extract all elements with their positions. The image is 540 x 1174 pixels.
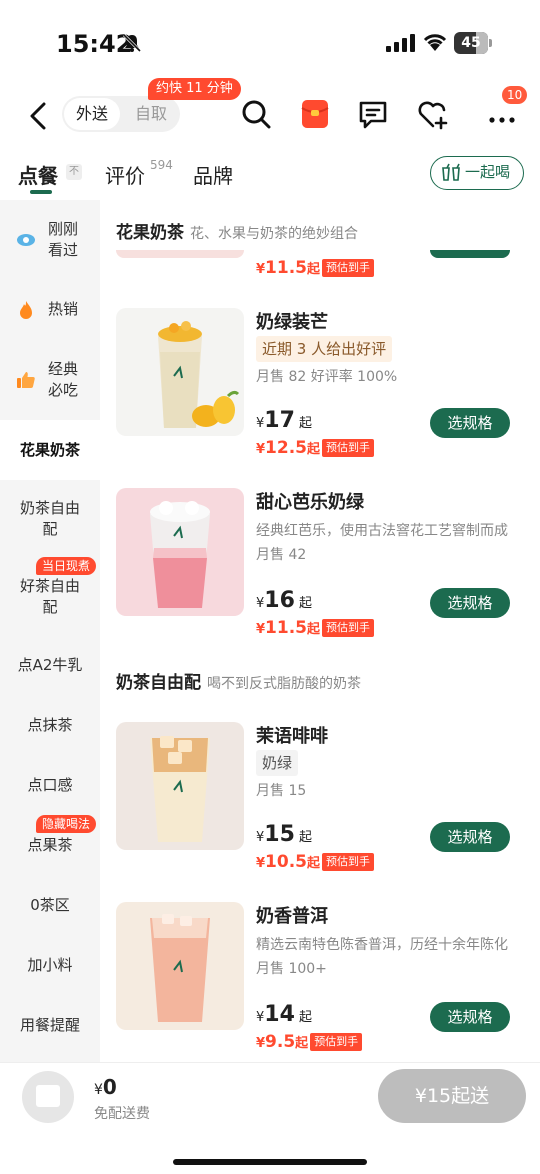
sidebar-item-label: 看过 xyxy=(48,241,79,259)
product-list: 花果奶茶 花、水果与奶茶的绝妙组合 ¥11.5起 预估到手 奶绿装芒 近期 3 人给… xyxy=(100,200,540,1062)
product-price: ¥15 起 xyxy=(256,822,313,847)
sidebar-item-hot[interactable]: 热销 xyxy=(0,280,100,340)
product-card[interactable]: 奶香普洱 精选云南特色陈香普洱，历经十余年陈化 月售 100+ ¥14 起 ¥9… xyxy=(100,902,540,1062)
section-header: 花果奶茶 花、水果与奶茶的绝妙组合 xyxy=(116,218,358,243)
sidebar-item-fruit-tea[interactable]: 点果茶 xyxy=(0,820,100,870)
estimated-price: ¥11.5起 预估到手 xyxy=(256,618,375,638)
select-spec-button[interactable]: 选规格 xyxy=(430,1002,510,1032)
cart-total: ¥0 xyxy=(94,1075,117,1099)
sidebar-item-a2-milk[interactable]: 点A2牛乳 xyxy=(0,640,100,690)
product-sales: 月售 42 xyxy=(256,547,307,563)
sidebar-item-matcha[interactable]: 点抹茶 xyxy=(0,700,100,750)
product-tag: 奶绿 xyxy=(256,750,299,776)
delivery-mode-toggle[interactable]: 外送 自取 xyxy=(62,96,180,132)
select-spec-button[interactable]: 选规格 xyxy=(430,822,510,852)
review-count: 594 xyxy=(150,158,173,172)
section-title: 花果奶茶 xyxy=(116,223,184,243)
select-spec-button[interactable]: 选规格 xyxy=(430,588,510,618)
product-name: 茉语啡啡 xyxy=(256,726,328,747)
product-sales: 月售 100+ xyxy=(256,961,327,977)
sidebar-item-toppings[interactable]: 加小料 xyxy=(0,940,100,990)
sidebar-item-good-tea-custom[interactable]: 好茶自由配 xyxy=(0,570,100,630)
delivery-fee: 免配送费 xyxy=(94,1106,150,1122)
sidebar-item-dining-reminder[interactable]: 用餐提醒 xyxy=(0,1000,100,1050)
product-desc: 精选云南特色陈香普洱，历经十余年陈化 xyxy=(256,937,508,953)
store-header: 外送 自取 约快 11 分钟 10 xyxy=(0,78,540,144)
prev-item-thumb xyxy=(116,250,244,258)
sidebar-item-texture[interactable]: 点口感 xyxy=(0,760,100,810)
battery-level: 45 xyxy=(461,35,481,51)
product-image[interactable] xyxy=(116,308,244,436)
thumbs-up-icon xyxy=(17,372,35,388)
product-sales: 月售 15 xyxy=(256,783,307,799)
section-desc: 花、水果与奶茶的绝妙组合 xyxy=(190,226,358,242)
sidebar-item-label: 刚刚 xyxy=(48,220,79,238)
section-desc: 喝不到反式脂肪酸的奶茶 xyxy=(207,676,361,692)
red-packet-icon[interactable] xyxy=(297,96,333,132)
sidebar-item-recent[interactable]: 刚刚 看过 xyxy=(0,200,100,280)
sidebar-item-flower-fruit-milk-tea[interactable]: 花果奶茶 xyxy=(0,420,100,480)
prev-item-spec-button[interactable] xyxy=(430,250,510,258)
review-highlight: 近期 3 人给出好评 xyxy=(256,336,393,362)
status-time: 15:42 xyxy=(56,30,133,58)
product-name: 甜心芭乐奶绿 xyxy=(256,492,364,513)
minimum-order-button[interactable]: ¥15起送 xyxy=(378,1069,526,1123)
shopping-bag-icon[interactable] xyxy=(22,1071,74,1123)
tab-order[interactable]: 点餐 xyxy=(18,160,58,189)
estimated-price: ¥10.5起 预估到手 xyxy=(256,852,375,872)
mute-bell-icon xyxy=(122,33,142,53)
product-price: ¥14 起 xyxy=(256,1002,313,1027)
eye-icon xyxy=(17,234,35,246)
product-image[interactable] xyxy=(116,488,244,616)
fold-icon[interactable]: 不 xyxy=(66,164,82,180)
product-card[interactable]: 甜心芭乐奶绿 经典红芭乐，使用古法窨花工艺窨制而成 月售 42 ¥16 起 ¥1… xyxy=(100,488,540,658)
drink-together-label: 一起喝 xyxy=(465,163,511,181)
battery-icon: 45 xyxy=(454,32,492,54)
status-bar: 15:42 45 xyxy=(0,0,540,88)
product-price: ¥16 起 xyxy=(256,588,313,613)
sidebar-item-label: 经典 xyxy=(48,360,79,378)
drink-together-button[interactable]: 一起喝 xyxy=(430,156,524,190)
product-price: ¥17 起 xyxy=(256,408,313,433)
favorite-heart-icon[interactable] xyxy=(415,96,451,132)
select-spec-button[interactable]: 选规格 xyxy=(430,408,510,438)
sidebar-item-label: 热销 xyxy=(48,300,79,318)
sidebar-item-label: 必吃 xyxy=(48,381,79,399)
product-image[interactable] xyxy=(116,722,244,850)
message-count-badge: 10 xyxy=(502,86,528,104)
home-indicator xyxy=(173,1159,367,1165)
back-arrow-icon[interactable] xyxy=(24,98,52,134)
product-image[interactable] xyxy=(116,902,244,1030)
product-desc: 经典红芭乐，使用古法窨花工艺窨制而成 xyxy=(256,523,508,539)
cellular-signal-icon xyxy=(386,34,415,52)
store-tabs: 点餐 不 评价 594 品牌 一起喝 xyxy=(0,150,540,198)
flame-icon xyxy=(20,301,32,319)
search-icon[interactable] xyxy=(238,96,274,132)
mode-delivery[interactable]: 外送 xyxy=(64,98,120,130)
prev-item-estimate: ¥11.5起 预估到手 xyxy=(256,258,375,278)
estimated-price: ¥12.5起 预估到手 xyxy=(256,438,375,458)
wifi-icon xyxy=(423,34,447,51)
estimated-price: ¥9.5起 预估到手 xyxy=(256,1032,363,1052)
tab-active-indicator xyxy=(30,190,52,194)
product-card[interactable]: 奶绿装芒 近期 3 人给出好评 月售 82 好评率 100% ¥17 起 ¥12… xyxy=(100,308,540,478)
product-sales: 月售 82 好评率 100% xyxy=(256,369,398,385)
cups-icon xyxy=(442,163,460,181)
section-title: 奶茶自由配 xyxy=(116,673,201,693)
checkout-bar: ¥0 免配送费 ¥15起送 xyxy=(0,1062,540,1174)
section-header: 奶茶自由配 喝不到反式脂肪酸的奶茶 xyxy=(116,668,361,693)
category-sidebar: 刚刚 看过 热销 经典 必吃 花果奶茶 奶茶自由配 当日现煮 好茶自由配 点A2… xyxy=(0,200,100,1062)
eta-badge: 约快 11 分钟 xyxy=(148,78,241,100)
sidebar-item-classic[interactable]: 经典 必吃 xyxy=(0,340,100,420)
product-card[interactable]: 茉语啡啡 奶绿 月售 15 ¥15 起 ¥10.5起 预估到手 选规格 xyxy=(100,722,540,892)
mode-pickup[interactable]: 自取 xyxy=(126,98,176,130)
tab-reviews[interactable]: 评价 xyxy=(105,160,145,189)
sidebar-item-zero-tea[interactable]: 0茶区 xyxy=(0,880,100,930)
tab-brand[interactable]: 品牌 xyxy=(193,160,233,189)
product-name: 奶绿装芒 xyxy=(256,312,328,333)
sidebar-item-milk-tea-custom[interactable]: 奶茶自由配 xyxy=(0,490,100,550)
message-icon[interactable] xyxy=(355,96,391,132)
product-name: 奶香普洱 xyxy=(256,906,328,927)
